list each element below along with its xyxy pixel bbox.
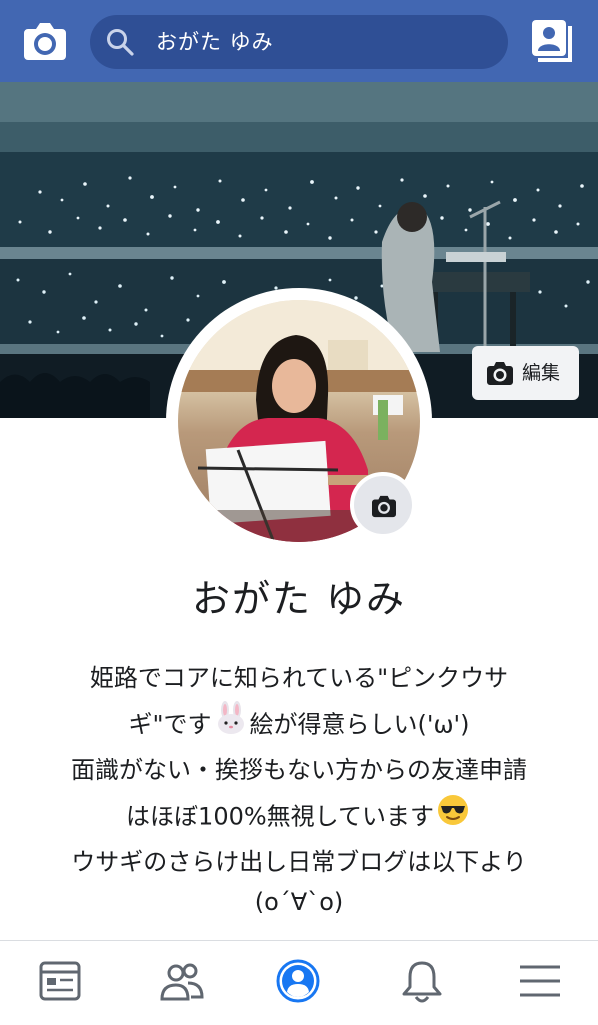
nav-friends[interactable] [152, 957, 208, 1009]
bio-line: ギ"です 絵が得意らしい('ω') [0, 701, 598, 747]
bio-line: はほぼ100%無視しています [0, 793, 598, 839]
profile-switch-icon[interactable] [528, 18, 576, 64]
friends-icon [160, 963, 204, 1001]
bio-text: 絵が得意らしい('ω') [249, 710, 470, 739]
change-avatar-button[interactable] [350, 472, 416, 538]
camera-icon [372, 495, 396, 518]
bio-line: ウサギのさらけ出し日常ブログは以下より [0, 839, 598, 885]
bio-text: 姫路でコアに知られている"ピンクウサ [89, 664, 509, 692]
bio-line: (o´∀`o) [0, 885, 598, 925]
bio-text: ウサギのさらけ出し日常ブログは以下より [71, 848, 527, 876]
nav-profile[interactable] [270, 957, 326, 1009]
search-icon [106, 28, 134, 56]
camera-icon [486, 360, 514, 386]
rabbit-face-icon [214, 701, 248, 750]
bio-line: 姫路でコアに知られている"ピンクウサ [0, 655, 598, 701]
bio-text: 面識がない・挨拶もない方からの友達申請 [71, 756, 527, 784]
top-bar: おがた ゆみ [0, 0, 598, 82]
profile-bio: 姫路でコアに知られている"ピンクウサ ギ"です 絵が得意らしい('ω') 面識が… [0, 655, 598, 925]
news-feed-icon [39, 961, 81, 1001]
bio-text: はほぼ100%無視しています [126, 802, 434, 831]
nav-notifications[interactable] [394, 957, 450, 1009]
bio-text: (o´∀`o) [254, 888, 344, 916]
search-bar[interactable]: おがた ゆみ [90, 15, 508, 69]
bio-line: 面識がない・挨拶もない方からの友達申請 [0, 747, 598, 793]
menu-icon [520, 965, 560, 997]
camera-icon[interactable] [22, 20, 68, 62]
edit-cover-label: 編集 [522, 362, 561, 384]
nav-menu[interactable] [512, 957, 568, 1009]
search-query: おがた ゆみ [156, 30, 274, 54]
bottom-nav [0, 940, 598, 1025]
nav-news-feed[interactable] [32, 957, 88, 1009]
edit-cover-button[interactable]: 編集 [472, 346, 579, 400]
notifications-icon [402, 961, 442, 1003]
profile-name: おがた ゆみ [191, 577, 407, 621]
bio-text: ギ"です [128, 710, 212, 739]
sunglasses-face-icon [436, 793, 470, 842]
profile-icon [276, 959, 320, 1003]
